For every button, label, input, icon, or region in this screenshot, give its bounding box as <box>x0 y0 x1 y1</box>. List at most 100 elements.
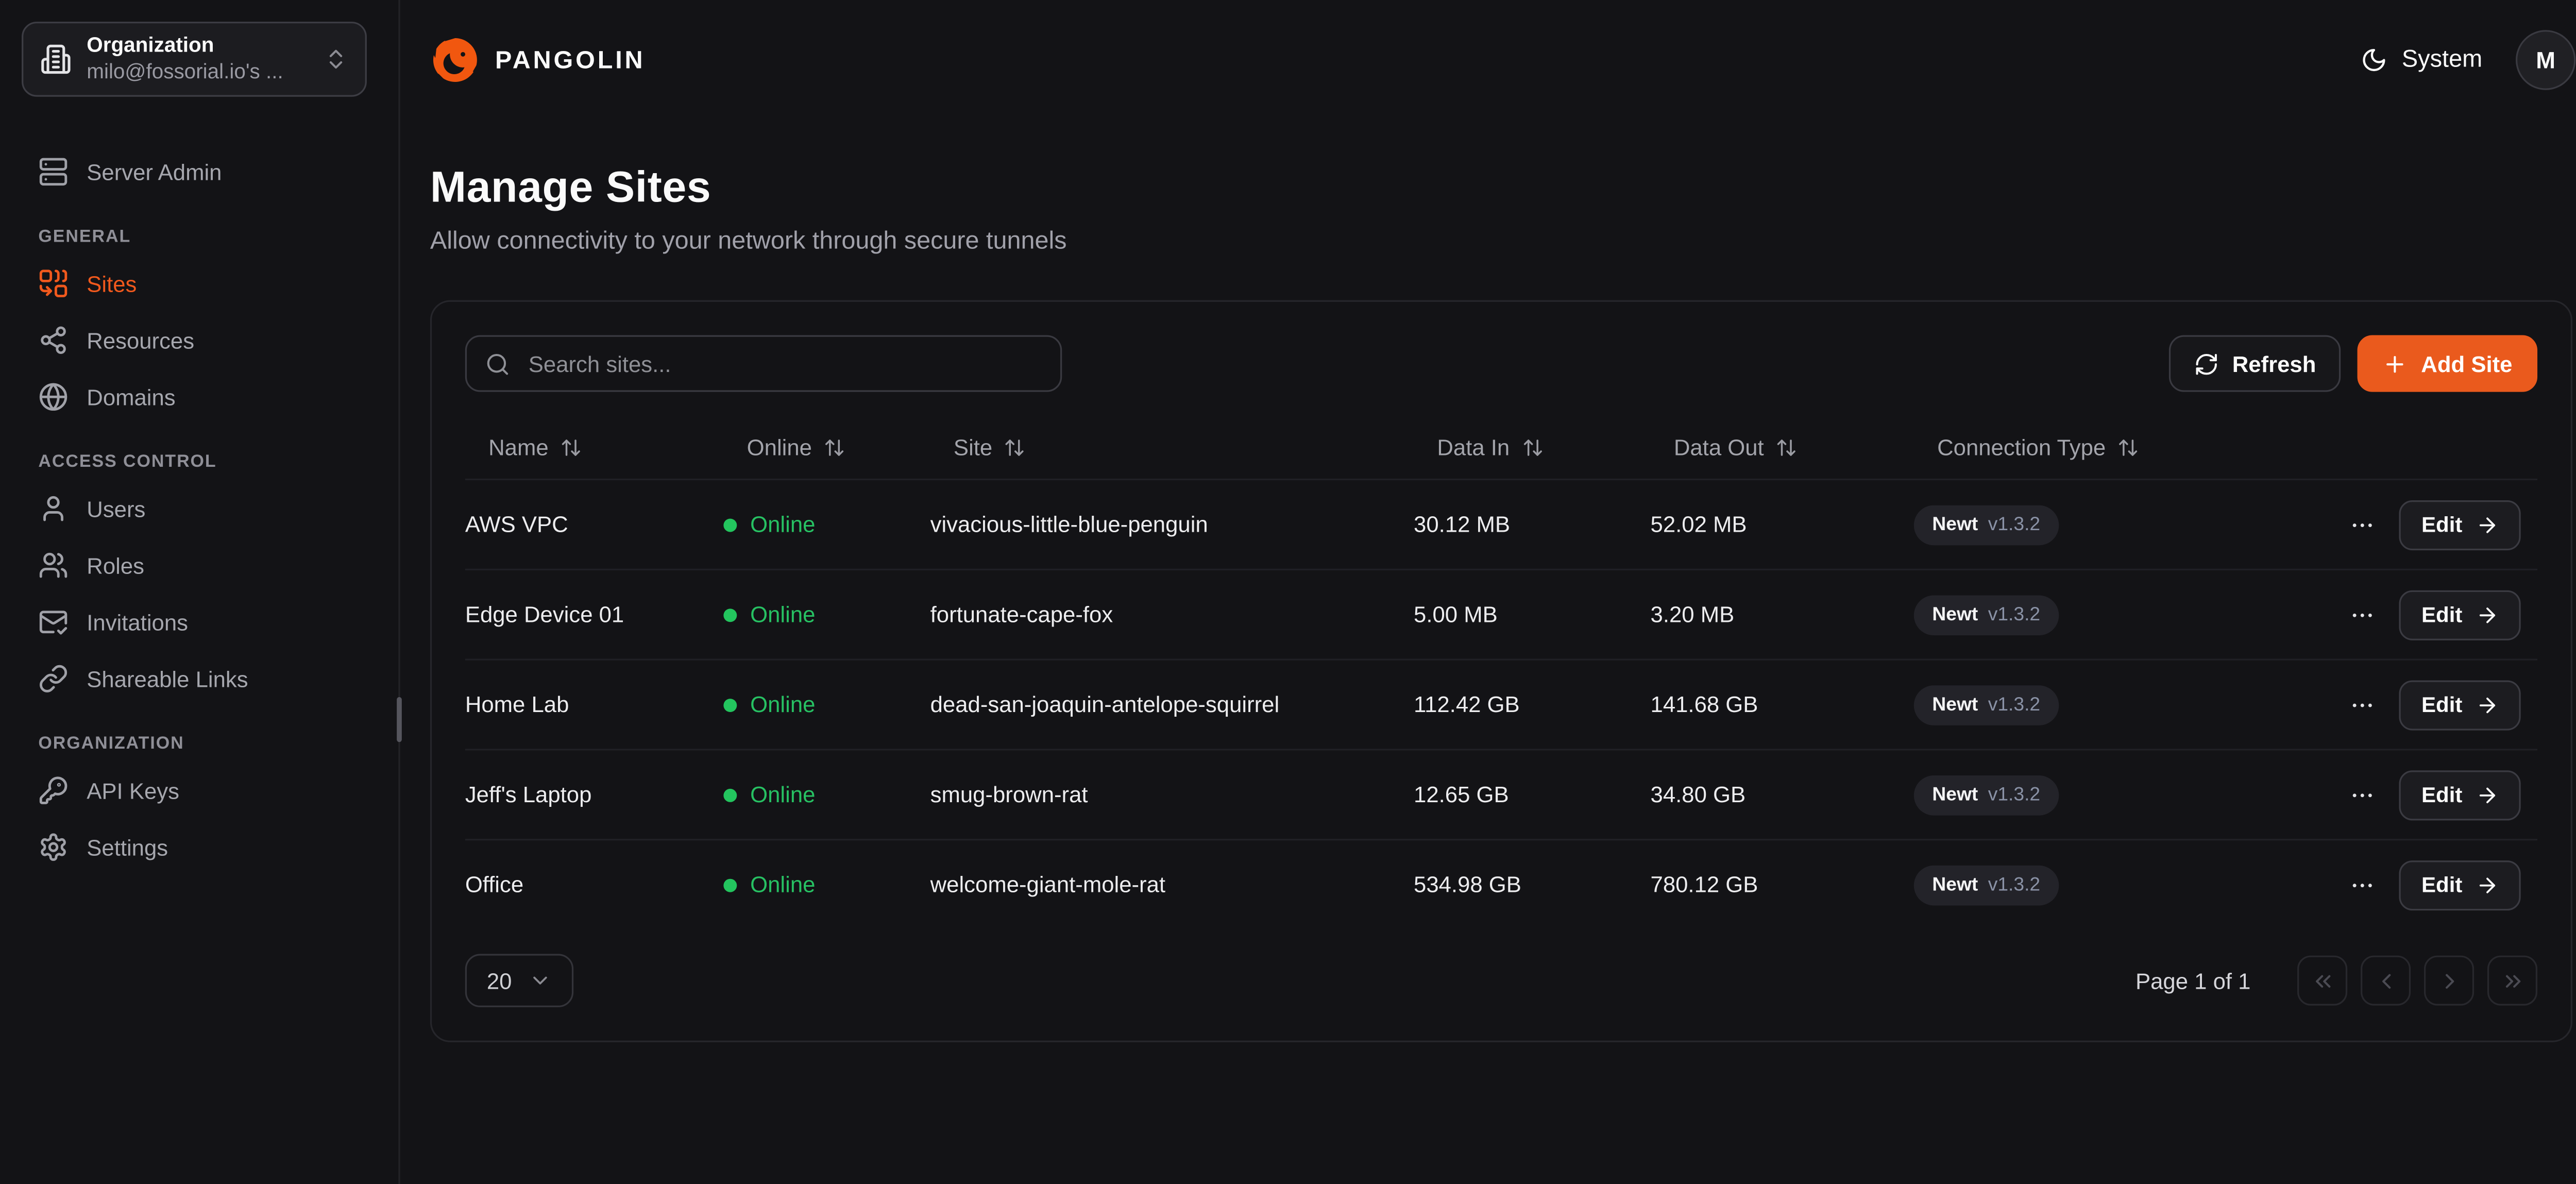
pager-buttons <box>2297 956 2537 1006</box>
refresh-button-label: Refresh <box>2232 351 2316 376</box>
column-header-name[interactable]: Name <box>488 435 582 461</box>
sidebar-item-api-keys[interactable]: API Keys <box>20 762 379 819</box>
avatar[interactable]: M <box>2516 30 2575 90</box>
site-name: Jeff's Laptop <box>465 781 592 806</box>
site-slug: fortunate-cape-fox <box>930 601 1113 627</box>
row-menu-button[interactable] <box>2343 595 2383 635</box>
sites-card: Refresh Add Site Name Online <box>430 300 2572 1042</box>
site-slug: vivacious-little-blue-penguin <box>930 511 1208 536</box>
online-dot-icon <box>723 518 737 531</box>
sort-icon <box>2117 437 2139 459</box>
search-icon <box>485 351 511 376</box>
key-icon <box>38 775 68 805</box>
column-header-data-out[interactable]: Data Out <box>1674 435 1798 461</box>
mail-check-icon <box>38 607 68 637</box>
status-badge: Online <box>723 872 815 898</box>
ellipsis-icon <box>2350 511 2377 538</box>
sidebar-item-resources[interactable]: Resources <box>20 312 379 368</box>
sort-icon <box>560 437 582 459</box>
avatar-initial: M <box>2536 47 2555 74</box>
page-content: Manage Sites Allow connectivity to your … <box>400 120 2576 1042</box>
next-page-button[interactable] <box>2424 956 2474 1006</box>
sidebar-item-shareable-links[interactable]: Shareable Links <box>20 650 379 707</box>
ellipsis-icon <box>2350 871 2377 898</box>
users-icon <box>38 550 68 580</box>
data-in-value: 12.65 GB <box>1414 781 1509 806</box>
globe-icon <box>38 382 68 412</box>
table-header-row: Name Online Site Data In Data Out Connec… <box>465 418 2537 480</box>
link-icon <box>38 664 68 694</box>
page-size-select[interactable]: 20 <box>465 954 573 1007</box>
org-selector-value: milo@fossorial.io's ... <box>87 60 308 86</box>
data-out-value: 34.80 GB <box>1651 781 1746 806</box>
user-icon <box>38 494 68 523</box>
app-window: Organization milo@fossorial.io's ... Ser… <box>0 0 2576 1184</box>
column-header-site[interactable]: Site <box>954 435 1026 461</box>
page-subtitle: Allow connectivity to your network throu… <box>430 227 2572 255</box>
previous-page-button[interactable] <box>2361 956 2411 1006</box>
chevrons-left-icon <box>2310 968 2335 993</box>
sidebar-item-label: Roles <box>87 553 144 578</box>
online-dot-icon <box>723 608 737 621</box>
topbar-right: System M <box>2360 30 2576 90</box>
edit-button[interactable]: Edit <box>2400 859 2521 909</box>
org-selector[interactable]: Organization milo@fossorial.io's ... <box>22 22 367 97</box>
page-title: Manage Sites <box>430 162 2572 213</box>
card-toolbar: Refresh Add Site <box>465 335 2537 392</box>
sidebar-item-sites[interactable]: Sites <box>20 255 379 312</box>
sidebar-item-settings[interactable]: Settings <box>20 819 379 875</box>
sidebar-item-server-admin[interactable]: Server Admin <box>20 143 379 200</box>
site-name: Edge Device 01 <box>465 601 624 627</box>
row-menu-button[interactable] <box>2343 774 2383 815</box>
sort-icon <box>1775 437 1797 459</box>
row-menu-button[interactable] <box>2343 865 2383 905</box>
sort-icon <box>824 437 845 459</box>
sidebar-item-domains[interactable]: Domains <box>20 368 379 425</box>
edit-button[interactable]: Edit <box>2400 499 2521 549</box>
edit-button[interactable]: Edit <box>2400 589 2521 639</box>
row-menu-button[interactable] <box>2343 685 2383 725</box>
edit-button[interactable]: Edit <box>2400 770 2521 820</box>
column-header-online[interactable]: Online <box>747 435 845 461</box>
sidebar-item-label: Server Admin <box>87 159 222 184</box>
moon-icon <box>2360 47 2387 74</box>
sidebar-item-users[interactable]: Users <box>20 480 379 537</box>
status-badge: Online <box>723 602 815 627</box>
first-page-button[interactable] <box>2297 956 2347 1006</box>
sidebar-item-roles[interactable]: Roles <box>20 537 379 594</box>
refresh-icon <box>2194 351 2219 376</box>
site-name: Office <box>465 871 523 897</box>
online-dot-icon <box>723 788 737 801</box>
pangolin-logo-icon <box>430 35 480 85</box>
toolbar-actions: Refresh Add Site <box>2169 335 2537 392</box>
data-in-value: 112.42 GB <box>1414 691 1520 717</box>
page-info: Page 1 of 1 <box>2136 968 2250 993</box>
arrow-right-icon <box>2476 513 2499 536</box>
table-row: Jeff's Laptop Online smug-brown-rat 12.6… <box>465 750 2537 840</box>
column-header-connection-type[interactable]: Connection Type <box>1937 435 2139 461</box>
sort-icon <box>1521 437 1543 459</box>
connection-type-badge: Newtv1.3.2 <box>1914 774 2059 815</box>
sidebar-resize-handle[interactable] <box>397 697 402 742</box>
last-page-button[interactable] <box>2487 956 2537 1006</box>
sidebar-item-invitations[interactable]: Invitations <box>20 594 379 650</box>
table-row: Home Lab Online dead-san-joaquin-antelop… <box>465 661 2537 751</box>
plus-icon <box>2383 351 2408 376</box>
connection-type-badge: Newtv1.3.2 <box>1914 595 2059 635</box>
site-name: Home Lab <box>465 691 569 717</box>
add-site-button[interactable]: Add Site <box>2358 335 2537 392</box>
chevron-down-icon <box>529 969 552 992</box>
sidebar-item-label: API Keys <box>87 778 179 803</box>
brand-name: PANGOLIN <box>495 46 645 74</box>
column-header-data-in[interactable]: Data In <box>1437 435 1543 461</box>
refresh-button[interactable]: Refresh <box>2169 335 2341 392</box>
data-out-value: 780.12 GB <box>1651 871 1758 897</box>
connection-type-badge: Newtv1.3.2 <box>1914 865 2059 905</box>
sidebar-nav: Server Admin GENERAL Sites Resources Dom <box>0 119 398 875</box>
edit-button[interactable]: Edit <box>2400 680 2521 730</box>
row-menu-button[interactable] <box>2343 504 2383 545</box>
sidebar-item-label: Sites <box>87 271 137 296</box>
theme-toggle-button[interactable]: System <box>2360 47 2482 74</box>
chevrons-up-down-icon <box>324 47 349 72</box>
search-input[interactable] <box>525 349 1042 378</box>
